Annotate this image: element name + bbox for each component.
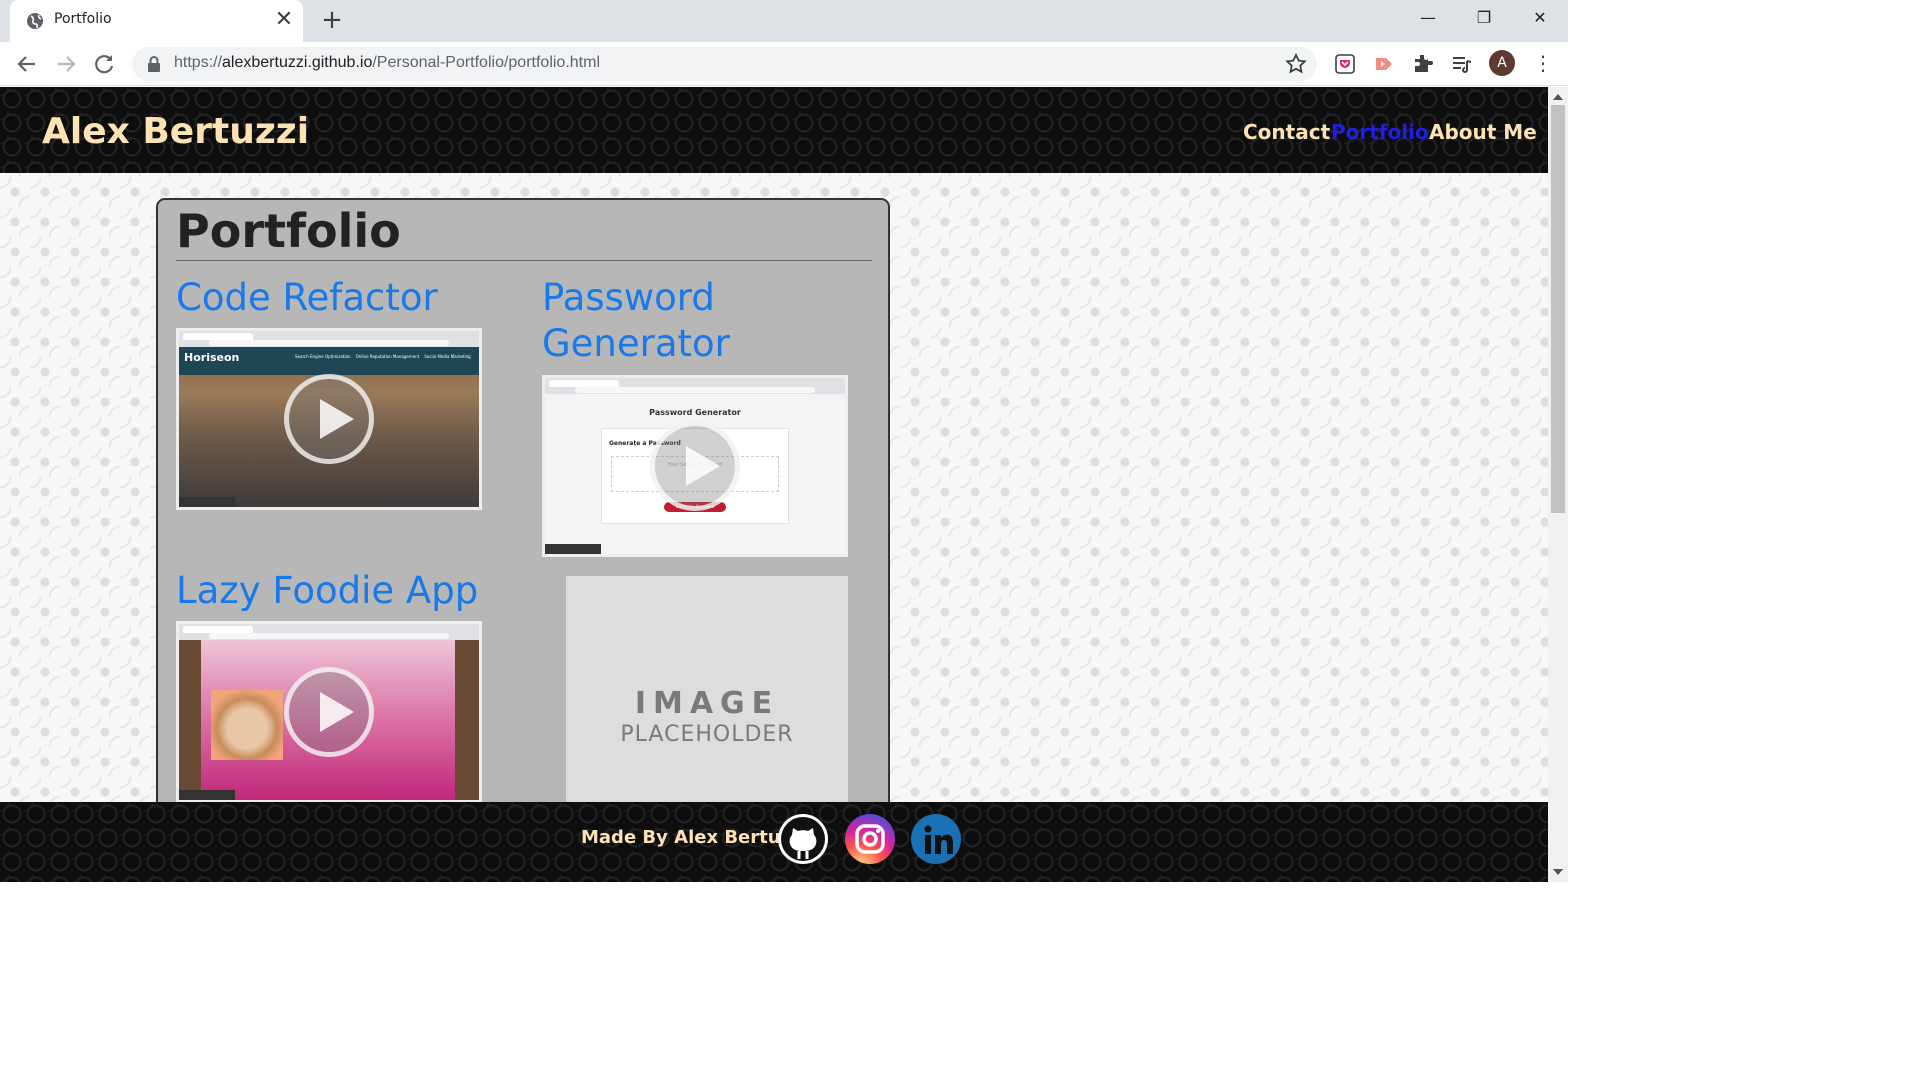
url-scheme: https:// (174, 54, 223, 71)
site-title: Alex Bertuzzi (42, 111, 310, 152)
pwgen-heading: Password Generator (649, 408, 741, 417)
forward-icon[interactable] (53, 52, 79, 76)
footer-credit: Made By Alex Bertuzzi (581, 827, 808, 848)
github-icon (781, 817, 825, 861)
site-footer: Made By Alex Bertuzzi (0, 802, 1548, 882)
back-icon[interactable] (14, 52, 40, 76)
video-controls (545, 544, 601, 554)
maximize-button[interactable]: ❐ (1456, 0, 1512, 36)
project-password-generator-thumbnail[interactable]: Password Generator Generate a Password Y… (542, 375, 848, 557)
project-lazy-foodie-thumbnail[interactable] (176, 621, 482, 803)
browser-menu-button[interactable]: ⋮ (1533, 50, 1553, 76)
pocket-icon[interactable] (1333, 52, 1357, 76)
lock-icon[interactable] (146, 55, 162, 73)
image-placeholder: IMAGE PLACEHOLDER (566, 576, 848, 816)
project-lazy-foodie-link[interactable]: Lazy Foodie App (176, 568, 478, 614)
video-controls (179, 790, 235, 800)
globe-icon (27, 13, 43, 29)
nav-portfolio-link[interactable]: Portfolio (1331, 120, 1429, 144)
thumbnail-browser-chrome (179, 624, 479, 640)
instagram-icon (855, 824, 885, 854)
site-header: Alex Bertuzzi Contact Portfolio About Me (0, 87, 1548, 173)
url-text[interactable]: https://alexbertuzzi.github.io/Personal-… (174, 54, 600, 72)
project-title-line2: Generator (542, 322, 730, 365)
cast-icon[interactable] (1372, 52, 1396, 76)
play-icon[interactable] (284, 667, 374, 757)
scroll-up-arrow-icon[interactable] (1553, 94, 1563, 100)
portfolio-heading: Portfolio (176, 204, 401, 258)
linkedin-icon (924, 825, 953, 854)
reading-list-icon[interactable] (1450, 52, 1474, 76)
play-icon[interactable] (284, 374, 374, 464)
browser-tab[interactable]: Portfolio ✕ (10, 0, 303, 42)
star-icon[interactable] (1284, 52, 1308, 76)
github-link[interactable] (778, 814, 828, 864)
portfolio-card: Portfolio Code Refactor Horiseon Search … (156, 198, 890, 838)
new-tab-button[interactable]: + (318, 5, 346, 35)
page-scrollbar[interactable] (1548, 87, 1568, 882)
horiseon-nav-text: Search Engine Optimization Online Reputa… (295, 354, 471, 359)
play-icon[interactable] (650, 421, 740, 511)
heading-divider (176, 260, 872, 261)
minimize-button[interactable]: — (1400, 0, 1456, 36)
extensions-icon[interactable] (1411, 52, 1435, 76)
instagram-link[interactable] (845, 814, 895, 864)
horiseon-logo-text: Horiseon (184, 351, 240, 364)
scroll-thumb[interactable] (1551, 105, 1565, 513)
project-title-line1: Password (542, 276, 715, 319)
scroll-down-arrow-icon[interactable] (1553, 869, 1563, 875)
tab-close-icon[interactable]: ✕ (273, 7, 295, 33)
placeholder-title: IMAGE (634, 686, 780, 721)
video-controls (179, 497, 235, 507)
url-host: alexbertuzzi.github.io (222, 54, 373, 71)
nav-about-link[interactable]: About Me (1429, 120, 1537, 144)
profile-avatar[interactable]: A (1489, 50, 1515, 76)
linkedin-link[interactable] (911, 814, 961, 864)
page-viewport: Alex Bertuzzi Contact Portfolio About Me… (0, 87, 1548, 882)
tab-title: Portfolio (54, 11, 112, 27)
project-password-generator-link[interactable]: Password Generator (542, 275, 730, 367)
thumbnail-browser-chrome (545, 378, 845, 394)
project-code-refactor-thumbnail[interactable]: Horiseon Search Engine Optimization Onli… (176, 328, 482, 510)
reload-icon[interactable] (92, 52, 118, 76)
turkey-image (211, 690, 283, 760)
url-path: /Personal-Portfolio/portfolio.html (372, 54, 600, 71)
placeholder-subtitle: PLACEHOLDER (620, 722, 794, 747)
window-close-button[interactable]: ✕ (1512, 0, 1568, 36)
thumbnail-browser-chrome (179, 331, 479, 347)
nav-contact-link[interactable]: Contact (1243, 120, 1330, 144)
project-code-refactor-link[interactable]: Code Refactor (176, 275, 438, 321)
